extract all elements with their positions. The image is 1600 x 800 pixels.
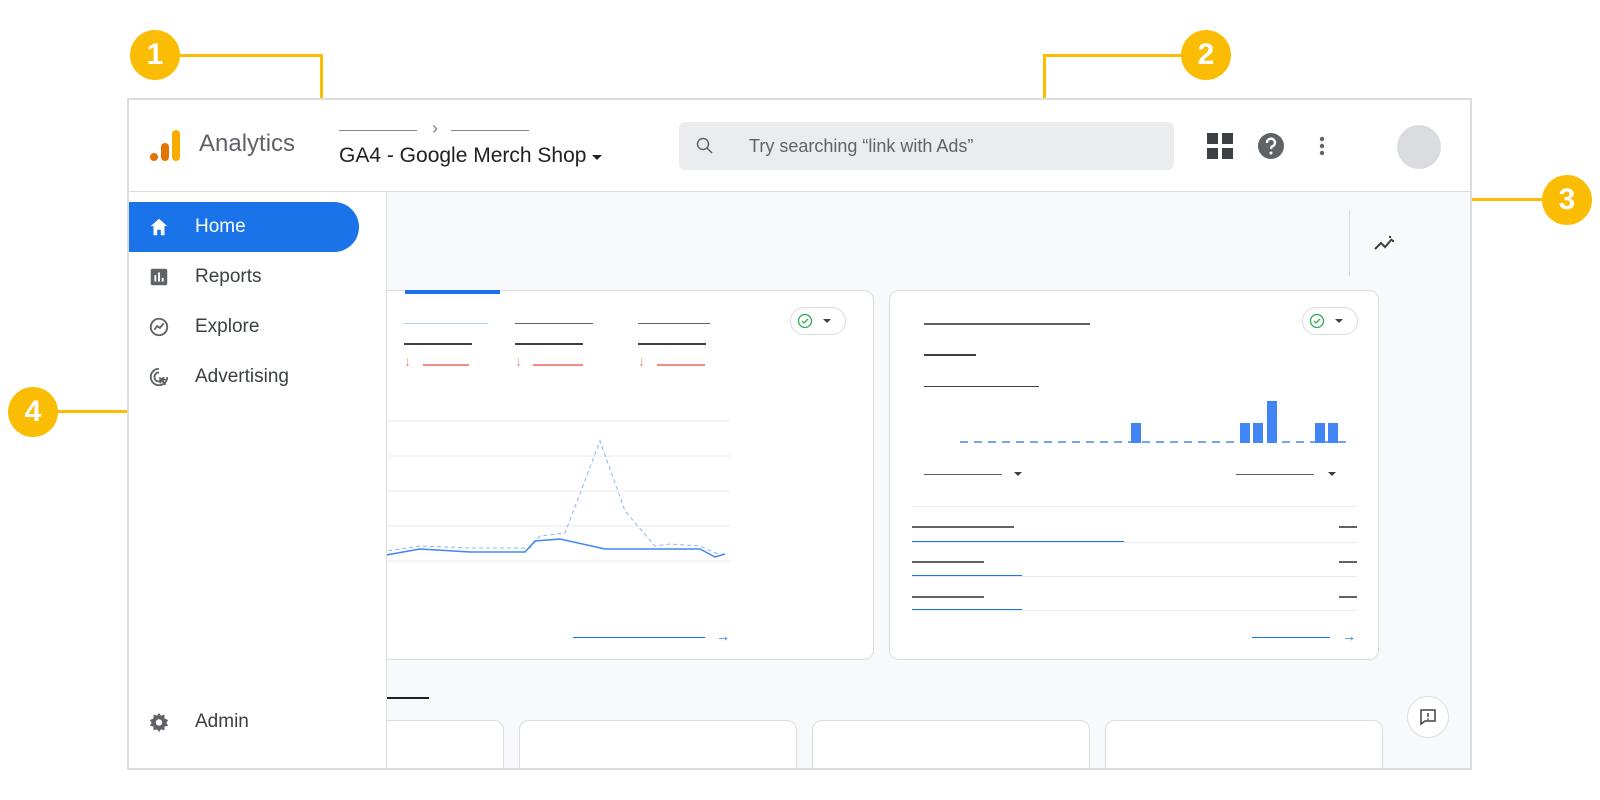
analytics-logo[interactable] bbox=[149, 128, 181, 162]
chevron-down-icon bbox=[592, 155, 603, 160]
metric-tab-1-change bbox=[423, 364, 469, 366]
metric-tab-3-change bbox=[657, 364, 705, 366]
bottom-card bbox=[519, 720, 797, 768]
toolbar-divider bbox=[1349, 210, 1350, 276]
status-dropdown[interactable] bbox=[790, 307, 846, 335]
metric-value-line bbox=[924, 354, 976, 356]
search-icon bbox=[696, 137, 713, 154]
metric-tab-2-value bbox=[515, 343, 583, 345]
metric-tab-2-change bbox=[533, 364, 583, 366]
bottom-card bbox=[812, 720, 1090, 768]
metric-tab-1-value bbox=[404, 343, 472, 345]
sidebar-item-label: Explore bbox=[195, 316, 260, 337]
check-circle-icon bbox=[1309, 313, 1325, 329]
callout-3-label: 3 bbox=[1558, 183, 1576, 216]
callout-1: 1 bbox=[130, 30, 180, 80]
avatar[interactable] bbox=[1397, 125, 1441, 169]
sidebar-item-reports[interactable]: Reports bbox=[129, 252, 359, 302]
metric-tab-3-label bbox=[638, 323, 710, 324]
search-input[interactable] bbox=[749, 135, 1129, 157]
arrow-down-icon: ↓ bbox=[404, 353, 411, 369]
status-dropdown[interactable] bbox=[1302, 307, 1358, 335]
home-icon bbox=[147, 215, 171, 239]
gear-icon bbox=[147, 710, 171, 734]
sidebar-item-home[interactable]: Home bbox=[129, 202, 359, 252]
metric-tab-3-value bbox=[638, 343, 706, 345]
chevron-down-icon[interactable] bbox=[1328, 472, 1336, 476]
more-vert-icon[interactable] bbox=[1306, 130, 1338, 162]
table-row-3-value bbox=[1339, 596, 1357, 598]
table-divider bbox=[912, 610, 1357, 611]
sidebar-item-label: Reports bbox=[195, 266, 262, 287]
view-report-link[interactable] bbox=[573, 637, 705, 638]
feedback-button[interactable] bbox=[1407, 696, 1449, 738]
help-icon[interactable] bbox=[1255, 130, 1287, 162]
arrow-right-icon[interactable]: → bbox=[1342, 628, 1356, 644]
apps-grid-icon[interactable] bbox=[1204, 130, 1236, 162]
table-row-3-label bbox=[912, 596, 984, 598]
callout-3: 3 bbox=[1542, 175, 1592, 225]
arrow-right-icon[interactable]: → bbox=[716, 628, 730, 644]
callout-1-label: 1 bbox=[146, 38, 164, 71]
arrow-down-icon: ↓ bbox=[638, 353, 645, 369]
breadcrumb-account[interactable] bbox=[339, 130, 417, 131]
sidebar-nav: Home Reports Explore Advertising Admin bbox=[129, 192, 387, 768]
metric-label-line bbox=[924, 386, 1039, 387]
table-row-1-label bbox=[912, 526, 1014, 528]
advertising-icon bbox=[147, 365, 171, 389]
arrow-down-icon: ↓ bbox=[515, 353, 522, 369]
callout-2-line-h bbox=[1043, 54, 1183, 57]
metric-tab-2-label bbox=[515, 323, 593, 324]
sidebar-item-label: Home bbox=[195, 216, 246, 237]
chevron-down-icon bbox=[823, 319, 831, 323]
callout-4-label: 4 bbox=[24, 395, 42, 428]
table-row-1-value bbox=[1339, 526, 1357, 528]
breadcrumb-property[interactable] bbox=[451, 130, 529, 131]
property-name: GA4 - Google Merch Shop bbox=[339, 144, 587, 167]
app-name: Analytics bbox=[199, 130, 296, 157]
sidebar-item-explore[interactable]: Explore bbox=[129, 302, 359, 352]
property-selector[interactable]: GA4 - Google Merch Shop bbox=[339, 144, 603, 168]
search-bar[interactable] bbox=[679, 122, 1174, 170]
analytics-window: ↓ ↓ ↓ → → Home Reports Explore Advertisi… bbox=[127, 98, 1472, 770]
view-realtime-link[interactable] bbox=[1252, 637, 1330, 638]
feedback-icon bbox=[1420, 709, 1436, 726]
bottom-card bbox=[1105, 720, 1383, 768]
table-divider bbox=[912, 576, 1357, 577]
explore-icon bbox=[147, 315, 171, 339]
dimension-dropdown-left[interactable] bbox=[924, 474, 1002, 475]
callout-2: 2 bbox=[1181, 30, 1231, 80]
callout-1-line-h bbox=[180, 54, 323, 57]
realtime-card: → bbox=[889, 290, 1379, 660]
check-circle-icon bbox=[797, 313, 813, 329]
callout-4: 4 bbox=[8, 387, 58, 437]
bar-chart bbox=[960, 401, 1350, 443]
callout-2-label: 2 bbox=[1197, 38, 1215, 71]
dimension-dropdown-right[interactable] bbox=[1236, 474, 1314, 475]
sidebar-item-advertising[interactable]: Advertising bbox=[129, 352, 359, 402]
sidebar-item-admin[interactable]: Admin bbox=[129, 697, 359, 747]
card-title-line bbox=[924, 323, 1090, 325]
table-row-2-value bbox=[1339, 561, 1357, 563]
top-bar: Analytics › GA4 - Google Merch Shop bbox=[129, 100, 1470, 192]
table-divider bbox=[912, 542, 1357, 543]
bar-chart-icon bbox=[147, 265, 171, 289]
chevron-down-icon[interactable] bbox=[1014, 472, 1022, 476]
sidebar-item-label: Advertising bbox=[195, 366, 289, 387]
insights-icon[interactable] bbox=[1372, 232, 1396, 256]
metric-tab-1-label bbox=[404, 323, 488, 324]
sidebar-item-label: Admin bbox=[195, 711, 249, 732]
table-divider bbox=[912, 506, 1357, 507]
bottom-card bbox=[369, 720, 504, 768]
table-row-2-label bbox=[912, 561, 984, 563]
chevron-down-icon bbox=[1335, 319, 1343, 323]
active-tab-indicator bbox=[405, 290, 500, 294]
chevron-right-icon: › bbox=[432, 118, 438, 138]
section-heading-line bbox=[387, 697, 429, 699]
